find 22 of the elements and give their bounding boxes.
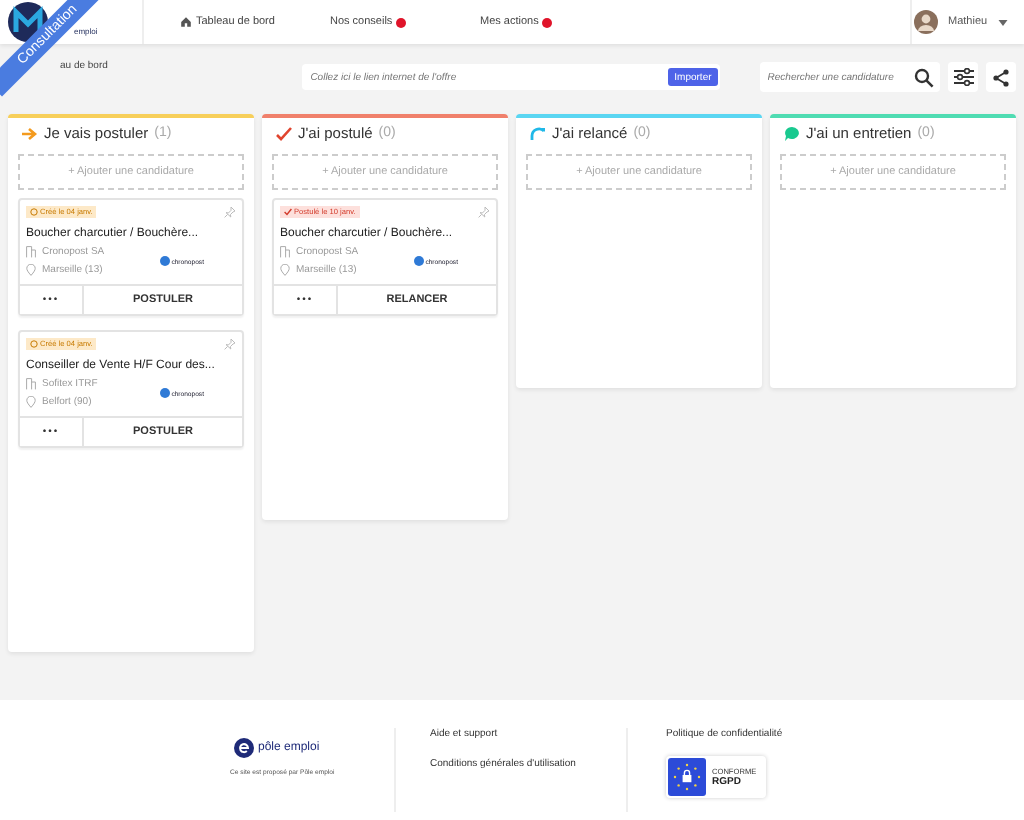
- home-icon: [180, 16, 192, 28]
- filter-button[interactable]: [948, 62, 979, 92]
- location-pin-icon: [26, 396, 36, 408]
- logo-icon: [234, 738, 254, 758]
- avatar-icon[interactable]: [914, 10, 938, 34]
- location-pin-icon: [280, 264, 290, 276]
- building-icon: [26, 246, 36, 258]
- search-icon: [914, 67, 935, 87]
- arrow-icon: [22, 125, 38, 141]
- caret-icon[interactable]: [997, 19, 1008, 25]
- clock-icon: [30, 208, 38, 216]
- check-icon: [276, 125, 292, 141]
- check-icon: [284, 208, 292, 216]
- location-pin-icon: [26, 264, 36, 276]
- share-icon: [992, 67, 1011, 87]
- sliders-icon: [953, 68, 974, 86]
- chat-icon: [784, 125, 800, 141]
- clock-icon: [30, 340, 38, 348]
- reload-icon: [530, 125, 546, 141]
- share-button[interactable]: [986, 62, 1016, 92]
- building-icon: [280, 246, 290, 258]
- building-icon: [26, 378, 36, 390]
